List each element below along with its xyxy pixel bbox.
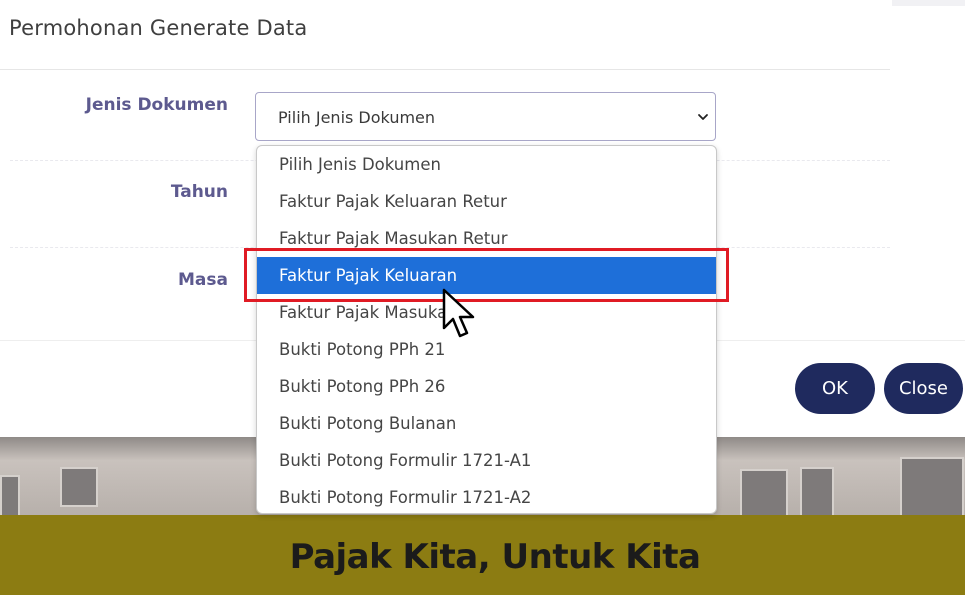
- dropdown-option[interactable]: Faktur Pajak Masukan: [257, 294, 716, 331]
- jenis-dokumen-select[interactable]: Pilih Jenis Dokumen: [255, 92, 716, 141]
- dropdown-option-highlighted[interactable]: Faktur Pajak Keluaran: [257, 257, 716, 294]
- top-right-strip: [892, 0, 965, 6]
- building-window: [0, 475, 20, 519]
- dropdown-option[interactable]: Bukti Potong PPh 21: [257, 331, 716, 368]
- select-value: Pilih Jenis Dokumen: [278, 108, 436, 127]
- slogan-text: Pajak Kita, Untuk Kita: [289, 537, 701, 577]
- dropdown-option[interactable]: Bukti Potong PPh 26: [257, 368, 716, 405]
- building-window: [900, 457, 964, 519]
- jenis-dokumen-label: Jenis Dokumen: [85, 95, 228, 115]
- building-window: [60, 467, 98, 507]
- dropdown-option[interactable]: Faktur Pajak Keluaran Retur: [257, 183, 716, 220]
- dropdown-option[interactable]: Faktur Pajak Masukan Retur: [257, 220, 716, 257]
- dropdown-option[interactable]: Bukti Potong Formulir 1721-A2: [257, 479, 716, 513]
- header-divider: [0, 69, 890, 70]
- dropdown-option[interactable]: Pilih Jenis Dokumen: [257, 146, 716, 183]
- jenis-dokumen-dropdown: Pilih Jenis Dokumen Faktur Pajak Keluara…: [256, 145, 717, 514]
- dropdown-option[interactable]: Bukti Potong Formulir 1721-A1: [257, 442, 716, 479]
- masa-label: Masa: [178, 270, 228, 290]
- building-window: [740, 469, 788, 519]
- dropdown-option[interactable]: Bukti Potong Bulanan: [257, 405, 716, 442]
- modal-title: Permohonan Generate Data: [9, 16, 308, 40]
- mouse-pointer-icon: [442, 288, 475, 338]
- ok-button[interactable]: OK: [795, 363, 875, 414]
- chevron-down-icon: [698, 114, 708, 120]
- close-button[interactable]: Close: [884, 363, 963, 414]
- tahun-label: Tahun: [170, 182, 228, 202]
- building-window: [800, 467, 834, 519]
